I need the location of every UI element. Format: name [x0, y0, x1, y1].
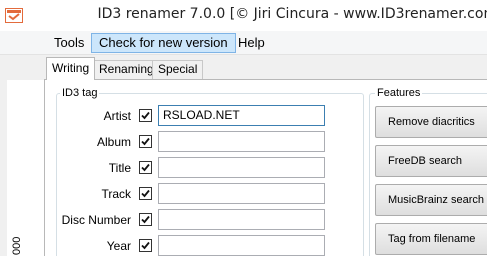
artist-label: Artist: [103, 109, 131, 123]
track-label: Track: [101, 187, 131, 201]
tab-renaming[interactable]: Renaming: [93, 60, 160, 79]
title-bar[interactable]: ID3 renamer 7.0.0 [© Jiri Cincura - www.…: [0, 0, 487, 31]
disc-number-label: Disc Number: [61, 213, 131, 227]
id3-tag-group-title: ID3 tag: [60, 87, 100, 99]
track-input[interactable]: [158, 183, 325, 204]
title-input[interactable]: [158, 157, 325, 178]
features-group-title: Features: [375, 87, 423, 99]
remove-diacritics-button[interactable]: Remove diacritics: [375, 106, 487, 138]
menu-help[interactable]: Help: [230, 33, 273, 53]
menu-bar: Tools Check for new version Help: [0, 31, 487, 55]
checkmark-icon: [141, 241, 150, 250]
tab-writing[interactable]: Writing: [46, 57, 96, 80]
window-left-edge: [0, 55, 7, 256]
artist-input[interactable]: RSLOAD.NET: [158, 105, 325, 126]
freedb-search-button[interactable]: FreeDB search: [375, 145, 487, 177]
artist-checkbox[interactable]: [139, 109, 152, 122]
checkmark-icon: [141, 189, 150, 198]
side-vertical-text: 000: [8, 229, 28, 256]
album-input[interactable]: [158, 131, 325, 152]
menu-tools[interactable]: Tools: [46, 33, 92, 53]
menu-check-for-new-version[interactable]: Check for new version: [91, 33, 236, 53]
year-checkbox[interactable]: [139, 239, 152, 252]
checkmark-icon: [141, 163, 150, 172]
checkmark-icon: [141, 137, 150, 146]
title-checkbox[interactable]: [139, 161, 152, 174]
disc-number-input[interactable]: [158, 209, 325, 230]
checkmark-icon: [141, 215, 150, 224]
side-text-label: 000: [11, 236, 23, 255]
window-title: ID3 renamer 7.0.0 [© Jiri Cincura - www.…: [97, 6, 487, 22]
tag-from-filename-button[interactable]: Tag from filename: [375, 223, 487, 255]
album-checkbox[interactable]: [139, 135, 152, 148]
year-input[interactable]: [158, 235, 325, 256]
title-label: Title: [108, 161, 131, 175]
track-checkbox[interactable]: [139, 187, 152, 200]
album-label: Album: [96, 135, 131, 149]
checkmark-icon: [141, 111, 150, 120]
musicbrainz-search-button[interactable]: MusicBrainz search: [375, 184, 487, 216]
year-label: Year: [106, 239, 131, 253]
disc-number-checkbox[interactable]: [139, 213, 152, 226]
tab-special[interactable]: Special: [152, 60, 204, 79]
